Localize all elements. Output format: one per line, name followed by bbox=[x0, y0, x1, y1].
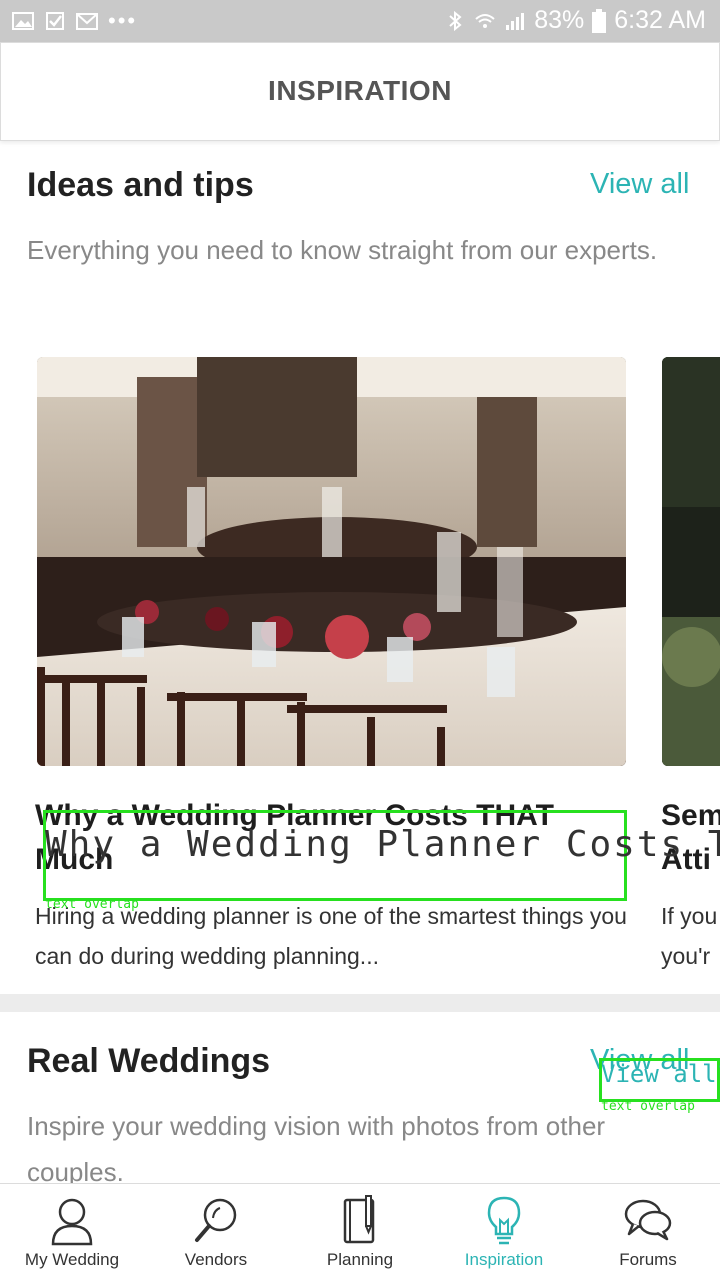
bluetooth-icon bbox=[449, 10, 462, 31]
battery-icon bbox=[592, 8, 607, 33]
clock: 6:32 AM bbox=[614, 6, 706, 34]
mail-icon bbox=[76, 13, 98, 30]
status-bar: ••• 83% 6:32 AM bbox=[0, 0, 720, 42]
article-card-description-2-line1: If you bbox=[661, 903, 718, 929]
ideas-view-all-link[interactable]: View all bbox=[590, 168, 689, 201]
checkmark-flag-icon bbox=[46, 12, 64, 30]
nav-label-inspiration: Inspiration bbox=[464, 1250, 544, 1269]
wifi-icon bbox=[475, 13, 495, 28]
nav-label-vendors: Vendors bbox=[184, 1250, 248, 1269]
wedding-reception-photo bbox=[37, 357, 626, 766]
overlap-annotation-label: text overlap bbox=[45, 897, 139, 912]
nav-label-planning: Planning bbox=[326, 1250, 394, 1269]
nav-label-my-wedding: My Wedding bbox=[24, 1250, 120, 1269]
section-divider bbox=[0, 994, 720, 1012]
signal-icon bbox=[506, 12, 525, 30]
article-card-description-2-line2: you'r bbox=[661, 943, 711, 969]
outdoor-photo bbox=[662, 357, 720, 766]
battery-percent: 83% bbox=[534, 6, 585, 34]
article-card-description-2: If you you'r bbox=[661, 896, 720, 976]
nav-forums[interactable]: Forums bbox=[576, 1184, 720, 1280]
person-icon bbox=[51, 1198, 93, 1246]
overlap-annotation-text: Why a Wedding Planner Costs THAT?M bbox=[45, 824, 720, 865]
real-weddings-subtitle: Inspire your wedding vision with photos … bbox=[27, 1111, 606, 1187]
more-notifications-icon: ••• bbox=[108, 8, 138, 33]
nav-label-forums: Forums bbox=[619, 1250, 677, 1269]
ideas-section-title: Ideas and tips bbox=[27, 166, 254, 204]
real-weddings-title: Real Weddings bbox=[27, 1042, 271, 1080]
overlap-annotation-label-2: text overlap bbox=[601, 1099, 695, 1114]
article-card-image[interactable] bbox=[37, 357, 626, 766]
nav-vendors[interactable]: Vendors bbox=[144, 1184, 288, 1280]
app-header: INSPIRATION bbox=[0, 42, 720, 141]
gallery-icon bbox=[12, 12, 34, 30]
nav-inspiration[interactable]: Inspiration bbox=[432, 1184, 576, 1280]
bottom-navigation: My Wedding Vendors Planning Inspiration bbox=[0, 1183, 720, 1280]
lightbulb-icon bbox=[487, 1196, 521, 1245]
overlap-annotation-text-2: View all? bbox=[601, 1060, 720, 1088]
ideas-section-subtitle: Everything you need to know straight fro… bbox=[27, 235, 658, 265]
magnifier-icon bbox=[195, 1198, 237, 1242]
article-card-image-2[interactable] bbox=[662, 357, 720, 766]
chat-bubbles-icon bbox=[624, 1199, 672, 1241]
nav-planning[interactable]: Planning bbox=[288, 1184, 432, 1280]
nav-my-wedding[interactable]: My Wedding bbox=[0, 1184, 144, 1280]
notebook-icon bbox=[343, 1195, 375, 1244]
page-title: INSPIRATION bbox=[268, 75, 452, 106]
